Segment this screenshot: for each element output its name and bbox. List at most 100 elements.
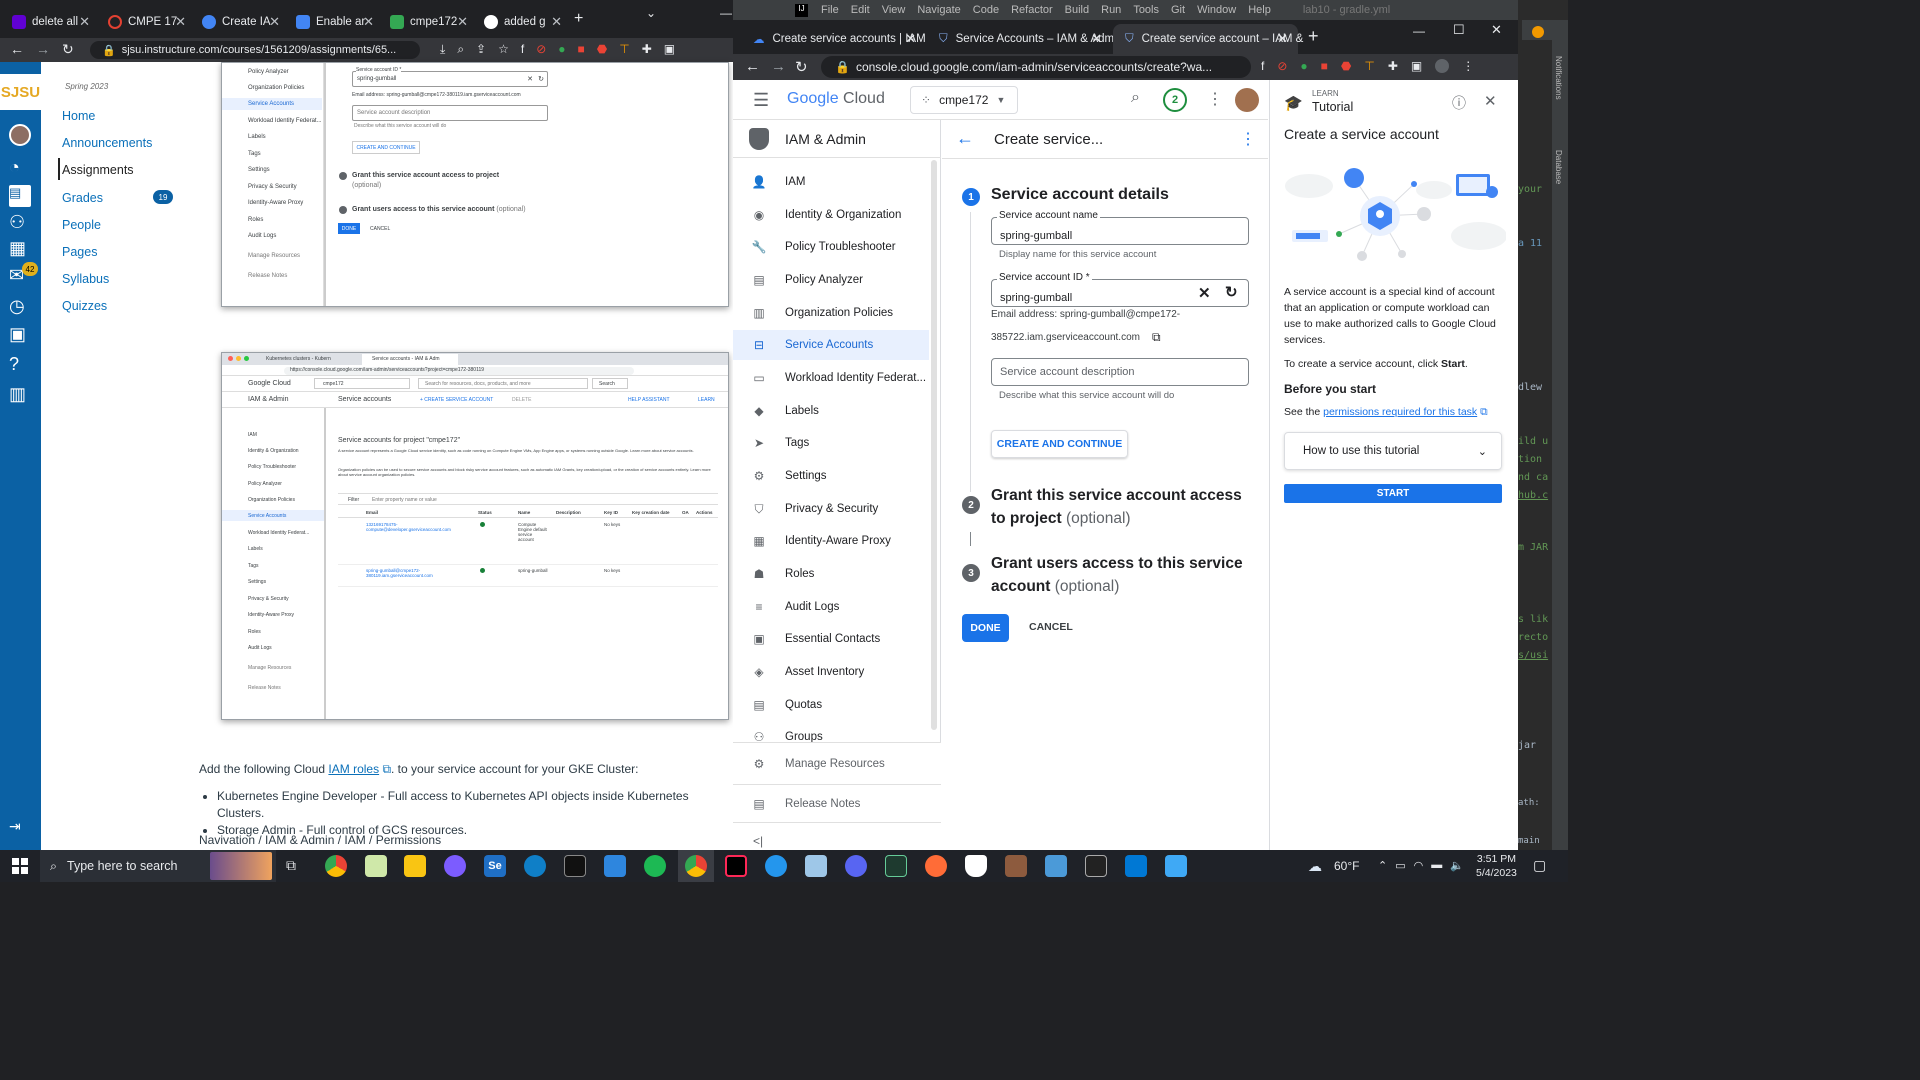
clear-icon[interactable]: ✕ bbox=[1198, 284, 1211, 302]
menu-code[interactable]: Code bbox=[973, 4, 999, 16]
close-tab-icon[interactable]: ✕ bbox=[269, 14, 280, 30]
tab-enable-api[interactable]: Enable ar ✕ bbox=[288, 6, 380, 38]
sidebar-item-service-accounts[interactable]: ⊟ Service Accounts bbox=[733, 330, 929, 360]
bookmark-star-icon[interactable]: ☆ bbox=[498, 42, 509, 57]
sidepanel-icon[interactable]: ▣ bbox=[664, 42, 675, 57]
intellij-taskbar-icon[interactable] bbox=[725, 855, 747, 877]
sidebar-item-privacy[interactable]: ⛉ Privacy & Security bbox=[733, 494, 929, 524]
notifications-badge[interactable]: 2 bbox=[1163, 88, 1187, 112]
battery-icon[interactable]: ▬ bbox=[1431, 859, 1442, 872]
sjsu-logo[interactable]: SJSU bbox=[0, 74, 41, 110]
copy-icon[interactable]: ⧉ bbox=[1152, 330, 1161, 345]
grammarly-icon[interactable]: ● bbox=[558, 42, 565, 57]
grammarly-icon[interactable]: ● bbox=[1300, 59, 1307, 73]
extensions-puzzle-icon[interactable]: ✚ bbox=[642, 42, 652, 57]
sidebar-item-manage-resources[interactable]: ⚙ Manage Resources bbox=[733, 749, 929, 779]
tab-cmpe172[interactable]: cmpe172 ✕ bbox=[382, 6, 474, 38]
close-tab-icon[interactable]: ✕ bbox=[551, 14, 562, 30]
spotify-taskbar-icon[interactable] bbox=[644, 855, 666, 877]
project-selector[interactable]: ⁘ cmpe172 ▼ bbox=[910, 86, 1018, 114]
right-address-bar[interactable]: 🔒 console.cloud.google.com/iam-admin/serv… bbox=[821, 56, 1251, 78]
service-account-description-field[interactable]: Service account description bbox=[991, 358, 1249, 386]
install-icon[interactable]: ⤓ bbox=[440, 42, 445, 57]
notes-taskbar-icon[interactable] bbox=[805, 855, 827, 877]
menu-help[interactable]: Help bbox=[1248, 4, 1271, 16]
formula-icon[interactable]: f bbox=[521, 42, 524, 57]
sidebar-item-iap[interactable]: ▦ Identity-Aware Proxy bbox=[733, 526, 929, 556]
close-tab-icon[interactable]: ✕ bbox=[1091, 31, 1102, 47]
sidebar-item-audit-logs[interactable]: ≡ Audit Logs bbox=[733, 592, 929, 622]
calendar-icon[interactable]: ▦ bbox=[9, 238, 31, 260]
sidebar-item-asset-inventory[interactable]: ◈ Asset Inventory bbox=[733, 657, 929, 687]
course-link-quizzes[interactable]: Quizzes bbox=[62, 299, 107, 313]
database-tool-tab[interactable]: Database bbox=[1554, 150, 1563, 184]
edge-taskbar-icon[interactable] bbox=[524, 855, 546, 877]
block-icon[interactable]: ⊘ bbox=[1277, 59, 1287, 73]
menu-build[interactable]: Build bbox=[1065, 4, 1089, 16]
sidebar-item-quotas[interactable]: ▤ Quotas bbox=[733, 690, 929, 720]
menu-git[interactable]: Git bbox=[1171, 4, 1185, 16]
menu-navigate[interactable]: Navigate bbox=[917, 4, 960, 16]
vscode-taskbar-icon[interactable] bbox=[1125, 855, 1147, 877]
tab-added-g[interactable]: added g ✕ bbox=[476, 6, 568, 38]
notifications-icon[interactable]: ▢ bbox=[1533, 857, 1546, 874]
close-tab-icon[interactable]: ✕ bbox=[363, 14, 374, 30]
collapse-sidebar-icon[interactable]: <| bbox=[753, 834, 763, 848]
back-icon[interactable]: ← bbox=[745, 58, 760, 75]
sidebar-item-release-notes[interactable]: ▤ Release Notes bbox=[733, 789, 929, 819]
tab-delete-all[interactable]: delete all ✕ bbox=[4, 6, 96, 38]
share-icon[interactable]: ⇪ bbox=[476, 42, 486, 57]
adblock-icon[interactable]: ⬣ bbox=[597, 42, 607, 57]
done-button[interactable]: DONE bbox=[962, 614, 1009, 642]
back-icon[interactable]: ← bbox=[10, 41, 24, 57]
volume-icon[interactable]: 🔈 bbox=[1450, 859, 1464, 872]
reload-icon[interactable]: ↻ bbox=[62, 41, 74, 58]
taskbar-search-box[interactable]: ⌕ Type here to search bbox=[40, 850, 276, 882]
se-taskbar-icon[interactable]: Se bbox=[484, 855, 506, 877]
close-tab-icon[interactable]: ✕ bbox=[1277, 31, 1288, 47]
groups-icon[interactable]: ⚇ bbox=[9, 212, 31, 234]
vpn-icon[interactable]: ⊤ bbox=[1364, 59, 1374, 73]
iam-roles-link[interactable]: IAM roles bbox=[328, 762, 379, 776]
adblock-icon[interactable]: ⬣ bbox=[1341, 59, 1351, 73]
back-arrow-icon[interactable]: ← bbox=[956, 128, 974, 149]
course-link-announcements[interactable]: Announcements bbox=[62, 136, 152, 150]
cmd-taskbar-icon[interactable] bbox=[1085, 855, 1107, 877]
service-account-name-field[interactable]: spring-gumball bbox=[991, 217, 1249, 245]
app-taskbar-icon[interactable] bbox=[444, 855, 466, 877]
docker-taskbar-icon[interactable] bbox=[765, 855, 787, 877]
tray-chevron-icon[interactable]: ⌃ bbox=[1378, 859, 1387, 872]
clock[interactable]: 3:51 PM 5/4/2023 bbox=[1476, 852, 1517, 880]
cancel-button[interactable]: CANCEL bbox=[1029, 621, 1073, 633]
close-tab-icon[interactable]: ✕ bbox=[79, 14, 90, 30]
chrome-profile-taskbar-icon[interactable] bbox=[685, 855, 707, 877]
todo-taskbar-icon[interactable] bbox=[604, 855, 626, 877]
menu-file[interactable]: File bbox=[821, 4, 839, 16]
library-icon[interactable]: ▥ bbox=[9, 384, 31, 406]
page-more-icon[interactable]: ⋮ bbox=[1240, 129, 1256, 149]
create-and-continue-button[interactable]: CREATE AND CONTINUE bbox=[991, 430, 1128, 458]
menu-run[interactable]: Run bbox=[1101, 4, 1121, 16]
start-button[interactable]: START bbox=[1284, 484, 1502, 503]
sidebar-item-identity[interactable]: ◉ Identity & Organization bbox=[733, 200, 929, 230]
discord-taskbar-icon[interactable] bbox=[845, 855, 867, 877]
sidebar-item-troubleshooter[interactable]: 🔧 Policy Troubleshooter bbox=[733, 232, 929, 262]
studio-icon[interactable]: ▣ bbox=[9, 324, 31, 346]
history-icon[interactable]: ◷ bbox=[9, 296, 31, 318]
box-taskbar-icon[interactable] bbox=[1005, 855, 1027, 877]
course-link-home[interactable]: Home bbox=[62, 109, 95, 123]
terminal-taskbar-icon[interactable] bbox=[564, 855, 586, 877]
sidebar-item-contacts[interactable]: ▣ Essential Contacts bbox=[733, 624, 929, 654]
help-icon[interactable]: ? bbox=[9, 354, 31, 376]
tab-service-accounts[interactable]: ⛉ Service Accounts – IAM & Adm ✕ bbox=[927, 24, 1114, 54]
course-link-pages[interactable]: Pages bbox=[62, 245, 97, 259]
sidebar-item-settings[interactable]: ⚙ Settings bbox=[733, 461, 929, 491]
wifi-icon[interactable]: ◠ bbox=[1414, 859, 1424, 872]
menu-edit[interactable]: Edit bbox=[851, 4, 870, 16]
tab-create-service-account[interactable]: ⛉ Create service account – IAM & ✕ bbox=[1113, 24, 1303, 54]
google-cloud-logo[interactable]: Google Cloud bbox=[787, 90, 885, 108]
menu-view[interactable]: View bbox=[882, 4, 906, 16]
weather-temp[interactable]: 60°F bbox=[1334, 859, 1359, 873]
block-icon[interactable]: ⊘ bbox=[536, 42, 546, 57]
remote-taskbar-icon[interactable] bbox=[1165, 855, 1187, 877]
